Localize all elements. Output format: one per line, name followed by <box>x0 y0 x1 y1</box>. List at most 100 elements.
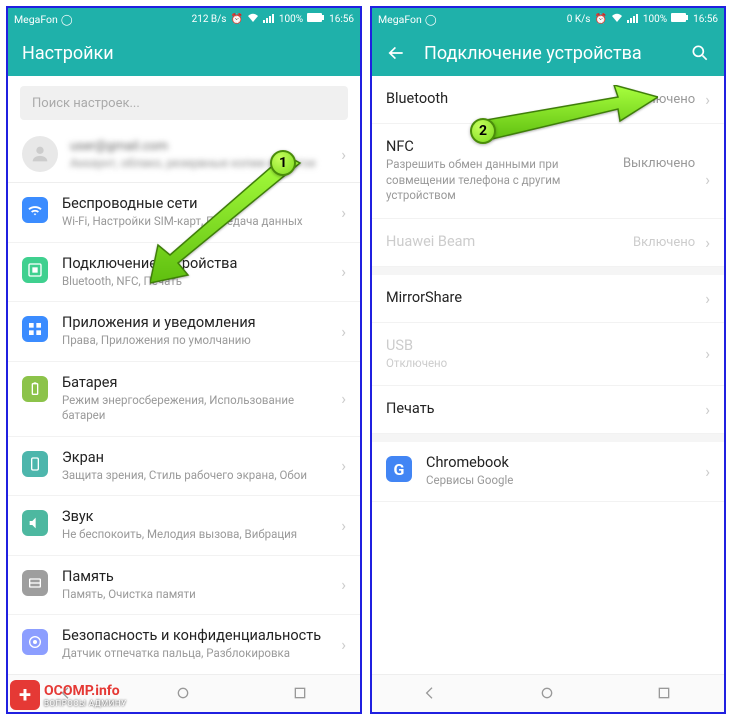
chevron-right-icon: › <box>341 389 346 408</box>
apps-icon <box>22 316 48 342</box>
row-chromebook[interactable]: G Chromebook Сервисы Google › <box>372 434 724 502</box>
chevron-right-icon: › <box>705 462 710 481</box>
carrier-icon: ◯ <box>425 13 437 26</box>
chevron-right-icon: › <box>705 233 710 252</box>
item-apps[interactable]: Приложения и уведомления Права, Приложен… <box>8 302 360 362</box>
item-device-connection[interactable]: Подключение устройства Bluetooth, NFC, П… <box>8 243 360 303</box>
row-title: Bluetooth <box>386 90 623 107</box>
battery-icon <box>22 376 48 402</box>
nav-home[interactable] <box>175 685 193 703</box>
item-battery[interactable]: Батарея Режим энергосбережения, Использо… <box>8 362 360 437</box>
item-title: Беспроводные сети <box>62 195 321 212</box>
back-button[interactable] <box>386 43 406 63</box>
item-title: Безопасность и конфиденциальность <box>62 627 321 644</box>
page-title: Настройки <box>22 43 346 64</box>
item-display[interactable]: Экран Защита зрения, Стиль рабочего экра… <box>8 437 360 497</box>
item-sound[interactable]: Звук Не беспокоить, Мелодия вызова, Вибр… <box>8 496 360 556</box>
phone-left: MegaFon ◯ 212 B/s ⏰ 100% 16:56 Настр <box>6 6 362 714</box>
security-icon <box>22 629 48 655</box>
item-title: Приложения и уведомления <box>62 314 321 331</box>
chevron-right-icon: › <box>705 170 710 189</box>
chevron-right-icon: › <box>341 575 346 594</box>
net-speed: 0 K/s <box>567 14 591 25</box>
memory-icon <box>22 570 48 596</box>
row-sub: Разрешить обмен данными при совмещении т… <box>386 157 623 204</box>
avatar <box>22 136 58 172</box>
row-mirrorshare[interactable]: MirrorShare › <box>372 267 724 323</box>
row-title: Печать <box>386 400 699 417</box>
search-input[interactable]: Поиск настроек... <box>20 86 348 120</box>
item-sub: Wi-Fi, Настройки SIM-карт, Передача данн… <box>62 214 321 230</box>
battery-percent: 100% <box>279 14 303 25</box>
sound-icon <box>22 510 48 536</box>
app-bar: Настройки <box>8 30 360 76</box>
row-sub: Сервисы Google <box>426 473 685 489</box>
row-bluetooth[interactable]: Bluetooth Выключено › <box>372 76 724 124</box>
nav-recent[interactable] <box>656 685 674 703</box>
row-title: Huawei Beam <box>386 233 633 250</box>
item-sub: Права, Приложения по умолчанию <box>62 333 321 349</box>
item-sub: Не беспокоить, Мелодия вызова, Вибрация <box>62 527 321 543</box>
chevron-right-icon: › <box>341 145 346 164</box>
status-bar: MegaFon ◯ 0 K/s ⏰ 100% 16:56 <box>372 8 724 30</box>
item-sub: Память, Очистка памяти <box>62 587 321 603</box>
battery-icon <box>307 13 325 25</box>
row-title: NFC <box>386 138 623 155</box>
app-bar: Подключение устройства <box>372 30 724 76</box>
signal-icon <box>627 13 639 26</box>
item-wireless[interactable]: Беспроводные сети Wi-Fi, Настройки SIM-к… <box>8 183 360 243</box>
row-title: USB <box>386 337 699 354</box>
row-huawei-beam: Huawei Beam Включено › <box>372 219 724 267</box>
carrier-label: MegaFon <box>378 13 422 26</box>
display-icon <box>22 451 48 477</box>
item-title: Батарея <box>62 374 321 391</box>
item-title: Память <box>62 568 321 585</box>
net-speed: 212 B/s <box>192 14 227 25</box>
chevron-right-icon: › <box>705 344 710 363</box>
chevron-right-icon: › <box>341 516 346 535</box>
nav-back[interactable] <box>422 685 440 703</box>
row-value: Выключено <box>623 92 695 107</box>
chevron-right-icon: › <box>341 635 346 654</box>
settings-list: Беспроводные сети Wi-Fi, Настройки SIM-к… <box>8 183 360 675</box>
chevron-right-icon: › <box>705 90 710 109</box>
battery-icon <box>671 13 689 25</box>
row-value: Выключено <box>623 156 695 171</box>
row-nfc[interactable]: NFC Разрешить обмен данными при совмещен… <box>372 124 724 219</box>
row-usb: USB Отключено › <box>372 323 724 387</box>
alarm-icon: ⏰ <box>230 14 242 25</box>
item-sub: Режим энергосбережения, Использование ба… <box>62 393 321 424</box>
wifi-icon <box>22 197 48 223</box>
connect-icon <box>22 257 48 283</box>
chevron-right-icon: › <box>341 322 346 341</box>
row-title: Chromebook <box>426 454 685 471</box>
item-sub: Датчик отпечатка пальца, Разблокировка <box>62 646 321 662</box>
account-row[interactable]: user@gmail.com Аккаунт, облако, резервны… <box>8 126 360 183</box>
item-title: Звук <box>62 508 321 525</box>
nav-home[interactable] <box>539 685 557 703</box>
item-memory[interactable]: Память Память, Очистка памяти › <box>8 556 360 616</box>
item-security[interactable]: Безопасность и конфиденциальность Датчик… <box>8 615 360 675</box>
chevron-right-icon: › <box>705 289 710 308</box>
chevron-right-icon: › <box>341 203 346 222</box>
chevron-right-icon: › <box>341 456 346 475</box>
chevron-right-icon: › <box>341 262 346 281</box>
row-sub: Отключено <box>386 356 699 372</box>
page-title: Подключение устройства <box>424 43 672 64</box>
battery-percent: 100% <box>643 14 667 25</box>
connection-list: Bluetooth Выключено › NFC Разрешить обме… <box>372 76 724 502</box>
nav-recent[interactable] <box>292 685 310 703</box>
google-icon: G <box>386 456 412 482</box>
item-sub: Защита зрения, Стиль рабочего экрана, Об… <box>62 468 321 484</box>
item-title: Экран <box>62 449 321 466</box>
watermark: + OCOMP.info ВОПРОСЫ АДМИНУ <box>10 680 127 710</box>
search-button[interactable] <box>690 43 710 63</box>
wifi-icon <box>247 13 259 26</box>
chevron-right-icon: › <box>705 400 710 419</box>
item-title: Подключение устройства <box>62 255 321 272</box>
row-print[interactable]: Печать › <box>372 386 724 434</box>
carrier-icon: ◯ <box>61 13 73 26</box>
row-title: MirrorShare <box>386 289 699 306</box>
clock: 16:56 <box>693 14 718 25</box>
clock: 16:56 <box>329 14 354 25</box>
